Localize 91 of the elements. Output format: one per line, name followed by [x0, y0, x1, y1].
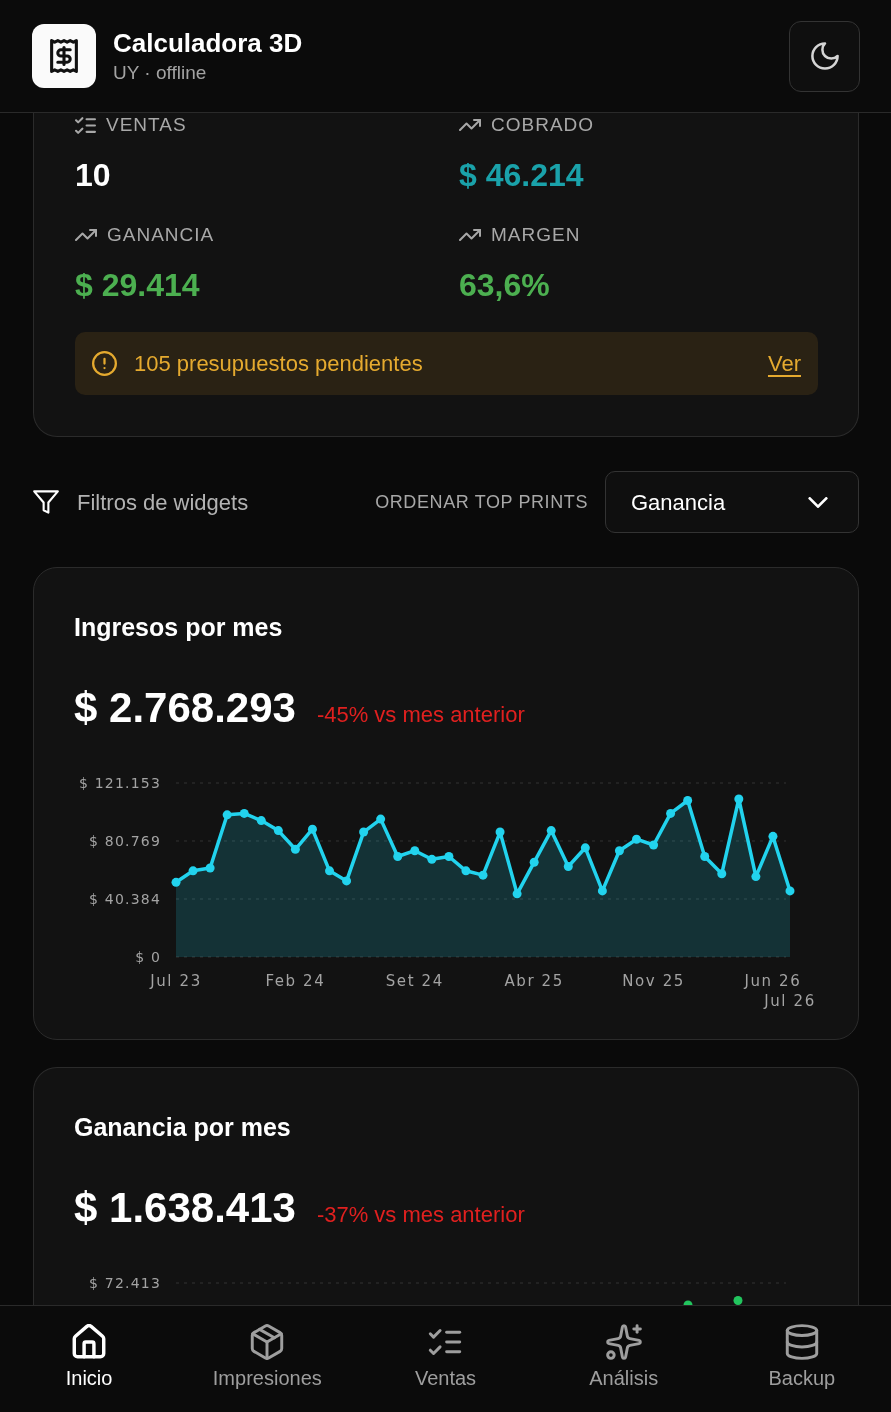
data-point — [444, 851, 454, 861]
data-point — [273, 826, 283, 836]
data-point — [290, 844, 300, 854]
stat-label: MARGEN — [491, 223, 581, 246]
x-axis-label: Jul 26 — [764, 992, 816, 1010]
data-point — [410, 846, 420, 856]
filter-icon — [33, 490, 59, 514]
x-axis-label: Set 24 — [385, 972, 444, 990]
nav-tab[interactable]: Ventas — [410, 1324, 481, 1390]
data-point — [529, 857, 539, 867]
home-icon — [71, 1324, 108, 1360]
stat-value: 10 — [75, 156, 112, 194]
filters-title: Filtros de widgets — [77, 488, 249, 517]
data-point — [478, 870, 488, 880]
trend-up-icon — [459, 118, 481, 131]
chevron-down-icon — [808, 496, 828, 508]
data-point — [461, 866, 471, 876]
alert-text: 105 presupuestos pendientes — [134, 350, 423, 378]
change-text: -37% vs mes anterior — [316, 1201, 525, 1229]
sort-select[interactable]: Ganancia — [605, 471, 859, 533]
data-point — [597, 886, 607, 896]
change-text: -45% vs mes anterior — [316, 701, 525, 729]
stat-value: 63,6% — [459, 266, 551, 304]
data-point — [768, 831, 778, 841]
y-axis-label: $ 0 — [135, 949, 161, 965]
app-title: Calculadora 3D — [113, 28, 303, 58]
app-subtitle: UY · offline — [113, 61, 208, 84]
data-point — [307, 824, 317, 834]
y-axis-label: $ 72.413 — [89, 1275, 161, 1291]
sparkle-icon — [605, 1324, 642, 1360]
data-point — [256, 816, 266, 826]
trend-up-icon — [459, 228, 481, 241]
data-point — [683, 795, 693, 805]
data-point — [205, 863, 215, 873]
checklist-icon — [75, 115, 96, 134]
x-axis-label: Nov 25 — [622, 972, 685, 990]
data-point — [683, 1300, 693, 1305]
data-point — [512, 889, 522, 899]
data-point — [427, 854, 437, 864]
data-point — [751, 872, 761, 882]
y-axis-label: $ 121.153 — [78, 775, 161, 791]
x-axis-label: Feb 24 — [265, 972, 326, 990]
box-icon — [249, 1324, 286, 1360]
nav-tab[interactable]: Impresiones — [208, 1324, 326, 1390]
view-link[interactable]: Ver — [767, 347, 801, 380]
stat-value: $ 29.414 — [75, 266, 201, 304]
data-point — [495, 827, 505, 837]
stat-label: VENTAS — [106, 113, 187, 136]
data-point — [376, 814, 386, 824]
data-point — [717, 869, 727, 879]
data-point — [342, 876, 352, 886]
y-axis-label: $ 40.384 — [89, 891, 161, 907]
stat-label: COBRADO — [491, 113, 595, 136]
chart-title: Ingresos por mes — [74, 612, 284, 642]
theme-toggle-button[interactable] — [789, 20, 860, 92]
x-axis-label: Jun 26 — [744, 972, 802, 990]
stat-label: GANANCIA — [107, 223, 215, 246]
data-point — [546, 826, 556, 836]
trend-up-icon — [75, 228, 97, 241]
y-axis-label: $ 80.769 — [89, 833, 161, 849]
data-point — [614, 846, 624, 856]
data-point — [733, 1296, 743, 1305]
data-point — [393, 851, 403, 861]
data-point — [785, 886, 795, 896]
data-point — [171, 877, 181, 887]
moon-icon — [810, 42, 839, 70]
data-point — [563, 862, 573, 871]
database-icon — [783, 1324, 820, 1360]
data-point — [666, 808, 676, 818]
data-point — [359, 827, 369, 837]
data-point — [188, 866, 198, 876]
nav-tab[interactable]: Backup — [764, 1324, 840, 1390]
data-point — [239, 808, 249, 818]
data-point — [632, 834, 641, 844]
chart-title: Ganancia por mes — [74, 1112, 292, 1142]
data-point — [222, 810, 232, 820]
sort-label: ORDENAR TOP PRINTS — [375, 490, 588, 514]
chart-total: $ 2.768.293 — [74, 684, 296, 732]
chart-total: $ 1.638.413 — [74, 1184, 296, 1232]
data-point — [580, 843, 590, 853]
x-axis-label: Jul 23 — [150, 972, 202, 990]
nav-tab[interactable]: Inicio — [61, 1324, 117, 1390]
alert-icon — [92, 351, 117, 376]
data-point — [700, 851, 710, 861]
data-point — [325, 866, 334, 876]
data-point — [734, 794, 744, 804]
x-axis-label: Abr 25 — [504, 972, 564, 990]
data-point — [649, 840, 659, 850]
receipt-icon — [32, 24, 96, 88]
stat-value: $ 46.214 — [459, 156, 585, 194]
nav-tab[interactable]: Análisis — [585, 1324, 663, 1390]
